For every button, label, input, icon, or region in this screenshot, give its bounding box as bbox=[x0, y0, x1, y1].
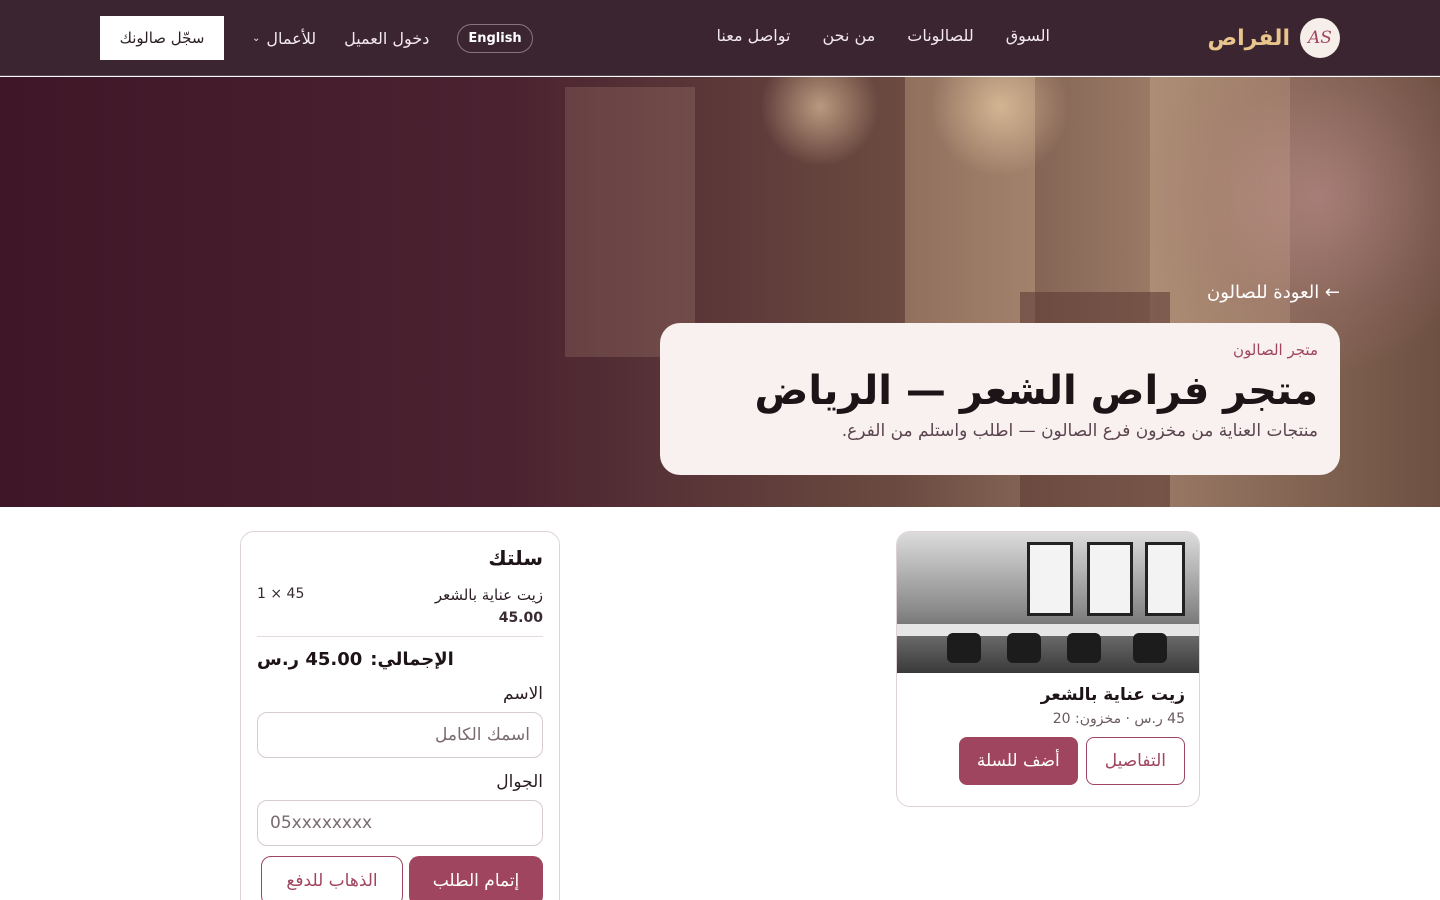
cart-divider bbox=[257, 636, 543, 637]
brand-name: الفراص bbox=[1207, 25, 1290, 51]
back-to-salon-link[interactable]: ← العودة للصالون bbox=[1207, 282, 1340, 303]
product-image[interactable] bbox=[897, 532, 1199, 673]
language-toggle-button[interactable]: English bbox=[457, 23, 533, 53]
cart-item-qty: 1 × 45 bbox=[257, 586, 305, 602]
product-image-chair bbox=[1067, 633, 1101, 663]
product-details-button[interactable]: التفاصيل bbox=[1085, 737, 1185, 785]
cart-line-item: زيت عناية بالشعر 1 × 45 bbox=[257, 586, 543, 604]
cart-total: الإجمالي: 45.00 ر.س bbox=[257, 649, 543, 670]
brand-logo-icon: AS bbox=[1300, 18, 1340, 58]
product-image-window bbox=[1027, 542, 1073, 616]
hero-lamp-image bbox=[760, 77, 880, 167]
hero-banner: ← العودة للصالون متجر الصالون متجر فراص … bbox=[0, 77, 1440, 507]
cart-item-name: زيت عناية بالشعر bbox=[434, 586, 543, 604]
checkout-button[interactable]: إتمام الطلب bbox=[409, 856, 543, 900]
product-image-window bbox=[1087, 542, 1133, 616]
business-menu-label: للأعمال bbox=[266, 28, 317, 48]
chevron-down-icon: ⌄ bbox=[252, 32, 261, 44]
phone-field-label: الجوال bbox=[496, 772, 543, 792]
product-actions: التفاصيل أضف للسلة bbox=[911, 737, 1185, 785]
nav-link-contact[interactable]: تواصل معنا bbox=[717, 26, 791, 45]
product-image-chair bbox=[947, 633, 981, 663]
cart-total-label: الإجمالي: bbox=[370, 649, 454, 670]
cart-title: سلتك bbox=[488, 546, 543, 570]
hero-info-card: متجر الصالون متجر فراص الشعر — الرياض من… bbox=[660, 323, 1340, 475]
name-field-label: الاسم bbox=[503, 684, 543, 704]
product-name: زيت عناية بالشعر bbox=[1040, 685, 1185, 705]
brand[interactable]: AS الفراص bbox=[1208, 18, 1340, 58]
hero-subtitle: منتجات العناية من مخزون فرع الصالون — اط… bbox=[841, 421, 1318, 441]
product-price-stock: 45 ر.س · مخزون: 20 bbox=[1052, 711, 1185, 727]
product-image-chair bbox=[1133, 633, 1167, 663]
register-salon-button[interactable]: سجّل صالونك bbox=[100, 16, 224, 60]
nav-actions: سجّل صالونك للأعمال ⌄ دخول العميل Englis… bbox=[100, 16, 533, 60]
product-image-chair bbox=[1007, 633, 1041, 663]
hero-shelf-image bbox=[565, 87, 695, 357]
cart-item-total: 45.00 bbox=[498, 610, 543, 626]
hero-eyebrow: متجر الصالون bbox=[1233, 341, 1318, 359]
name-field[interactable] bbox=[257, 712, 543, 758]
nav-links: السوق للصالونات من نحن تواصل معنا bbox=[717, 26, 1050, 45]
go-to-payment-button[interactable]: الذهاب للدفع bbox=[261, 856, 403, 900]
top-navbar: AS الفراص السوق للصالونات من نحن تواصل م… bbox=[0, 0, 1440, 76]
nav-link-market[interactable]: السوق bbox=[1006, 26, 1050, 45]
add-to-cart-button[interactable]: أضف للسلة bbox=[958, 737, 1078, 785]
cart-total-value: 45.00 ر.س bbox=[257, 649, 363, 670]
product-image-window bbox=[1145, 542, 1185, 616]
nav-link-about[interactable]: من نحن bbox=[822, 26, 875, 45]
nav-link-salons[interactable]: للصالونات bbox=[907, 26, 973, 45]
business-menu[interactable]: للأعمال ⌄ bbox=[252, 29, 316, 48]
product-card: زيت عناية بالشعر 45 ر.س · مخزون: 20 التف… bbox=[896, 531, 1200, 807]
cart-panel: سلتك زيت عناية بالشعر 1 × 45 45.00 الإجم… bbox=[240, 531, 560, 900]
phone-field[interactable] bbox=[257, 800, 543, 846]
cart-actions: إتمام الطلب الذهاب للدفع bbox=[257, 856, 543, 900]
page-title: متجر فراص الشعر — الرياض bbox=[754, 368, 1318, 414]
client-login-link[interactable]: دخول العميل bbox=[344, 29, 429, 48]
